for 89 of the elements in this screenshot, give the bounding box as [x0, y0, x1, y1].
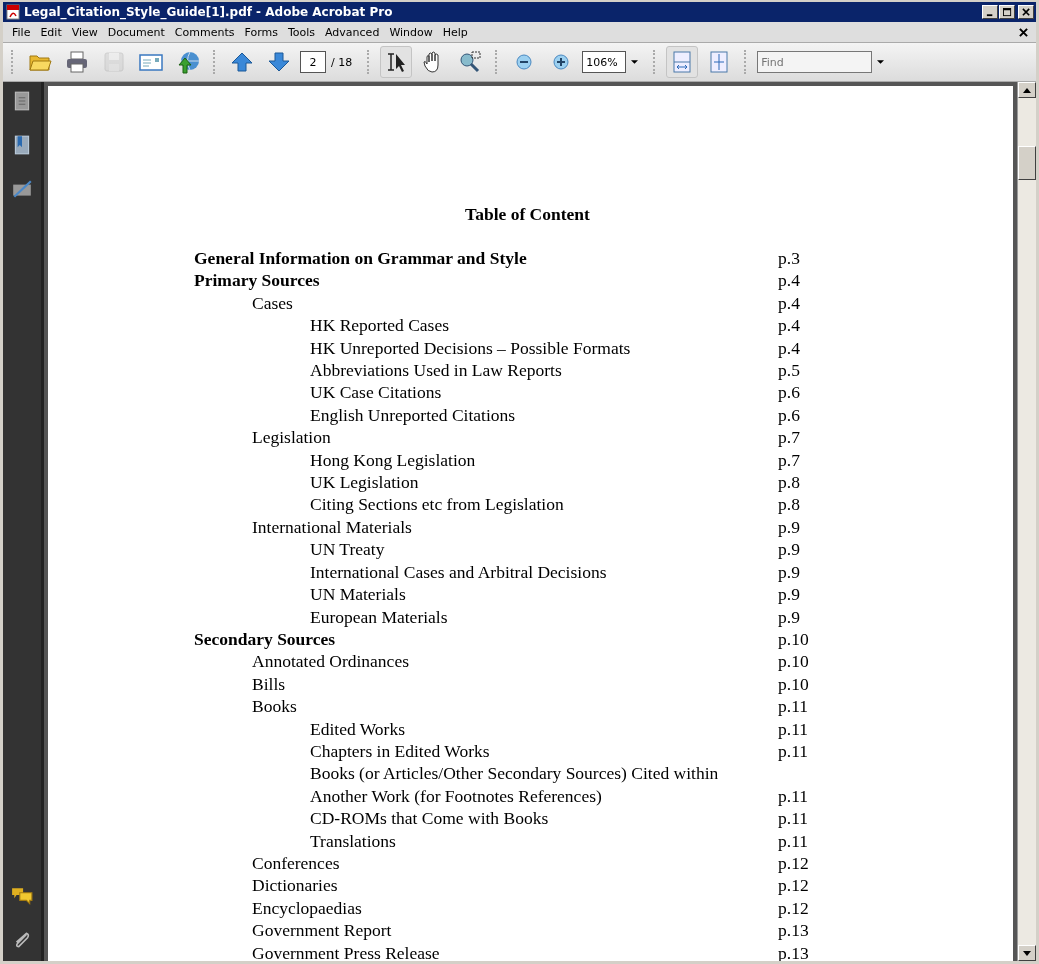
toc-entry-title: UK Legislation: [310, 471, 420, 494]
toc-page-number: p.4: [778, 291, 801, 315]
page-count: / 18: [331, 55, 353, 69]
toc-entry-title: HK Reported Cases: [310, 314, 450, 337]
toc-page-number: p.9: [778, 605, 801, 628]
toc-entry-title: European Materials: [310, 605, 449, 628]
toc-page-number: p.10: [778, 672, 810, 696]
toc-page-number: p.12: [778, 874, 810, 897]
toc-page-number: p.7: [778, 448, 801, 472]
toc-entry-title: CD-ROMs that Come with Books: [310, 807, 550, 830]
menu-item[interactable]: Forms: [239, 25, 283, 39]
toc-entry-title: Books: [252, 695, 298, 718]
menu-item[interactable]: Help: [437, 25, 473, 39]
menu-item[interactable]: Document: [102, 25, 170, 39]
toc-page-number: p.11: [778, 695, 809, 718]
toc-page-number: p.9: [778, 560, 801, 584]
toc-page-number: p.13: [778, 919, 810, 942]
toc-entry-title: International Cases and Arbitral Decisions: [310, 560, 608, 584]
toc-entry-title: Secondary Sources: [194, 627, 337, 651]
toc-entry-title: Government Report: [252, 919, 393, 942]
toc-entry-title: UN Materials: [310, 583, 407, 606]
menu-item[interactable]: Advanced: [320, 25, 385, 39]
toc-entry-title: UN Treaty: [310, 538, 386, 561]
toc-entry-title: Annotated Ordinances: [252, 650, 410, 673]
toc-page-number: p.4: [778, 314, 801, 337]
toc-page-number: p.11: [778, 807, 809, 830]
toc-entry-title: Hong Kong Legislation: [310, 448, 477, 472]
toc-page-number: p.10: [778, 650, 810, 673]
toc-page-number: p.9: [778, 515, 801, 539]
toc-heading: Table of Content: [464, 204, 591, 225]
scroll-down-button[interactable]: [1018, 945, 1036, 961]
toc-page-number: p.8: [778, 471, 801, 494]
toc-entry-title: International Materials: [252, 515, 413, 539]
toc-page-number: p.11: [778, 784, 809, 808]
zoom-field[interactable]: 106%: [582, 51, 627, 73]
toc-page-number: p.11: [778, 829, 809, 852]
toc-page-number: p.5: [778, 359, 801, 382]
find-field[interactable]: Find: [757, 51, 873, 73]
toc-entry-title: Encyclopaedias: [252, 896, 363, 920]
toc-page-number: p.9: [778, 583, 801, 606]
toc-entry-title: Books (or Articles/Other Secondary Sources) Cited within Another Work (for Footnotes References): [310, 762, 720, 808]
toc-entry-title: HK Unreported Decisions – Possible Formats: [310, 336, 632, 360]
menu-item[interactable]: View: [66, 25, 103, 39]
toc-entry-title: English Unreported Citations: [310, 403, 517, 427]
toc-page-number: p.4: [778, 336, 801, 360]
toc-entry-title: Government Press Release: [252, 941, 441, 961]
comments-icon[interactable]: [11, 885, 33, 907]
toc-page-number: p.12: [778, 851, 810, 875]
menu-item[interactable]: Edit: [35, 25, 67, 39]
menu-item[interactable]: Comments: [169, 25, 240, 39]
scrollbar-thumb[interactable]: [1018, 146, 1036, 180]
toc-entry-title: Chapters in Edited Works: [310, 739, 491, 763]
toc-page-number: p.11: [778, 739, 809, 763]
toc-entry-title: Bills: [252, 672, 287, 696]
toc-entry-title: Legislation: [252, 426, 332, 449]
toc-page-number: p.8: [778, 493, 801, 516]
toc-page-number: p.10: [778, 627, 810, 651]
page-number-field[interactable]: 2: [300, 51, 326, 73]
toc-entry-title: Dictionaries: [252, 874, 339, 897]
window-title: Legal_Citation_Style_Guide[1].pdf - Adobe Acrobat Pro: [24, 5, 393, 19]
caret-icon[interactable]: [631, 59, 639, 65]
vertical-scrollbar[interactable]: [1017, 82, 1036, 961]
down-triangle-icon[interactable]: [1023, 950, 1031, 956]
toc-page-number: p.7: [778, 426, 801, 449]
toc-entry-title: Citing Sections etc from Legislation: [310, 493, 565, 516]
menu-item[interactable]: File: [7, 25, 36, 39]
toc-page-number: p.11: [778, 717, 809, 740]
toc-page-number: p.6: [778, 403, 801, 427]
pdf-file-icon: [5, 4, 21, 20]
toc-page-number: p.3: [778, 247, 801, 270]
close-document-icon[interactable]: [1019, 27, 1028, 37]
scroll-up-button[interactable]: [1018, 82, 1036, 98]
toc-page-number: p.4: [778, 269, 801, 292]
toc-entry-title: Abbreviations Used in Law Reports: [310, 359, 563, 382]
toc-entry-title: Primary Sources: [194, 269, 321, 292]
menu-item[interactable]: Window: [384, 25, 438, 39]
toc-page-number: p.6: [778, 381, 801, 404]
toc-entry-title: General Information on Grammar and Style: [194, 247, 528, 270]
pen-signature-icon[interactable]: [11, 178, 33, 200]
toc-entry-title: Translations: [310, 829, 397, 852]
toc-entry-title: Edited Works: [310, 717, 406, 740]
toc-page-number: p.9: [778, 538, 801, 561]
menu-item[interactable]: Tools: [282, 25, 321, 39]
toc-entry-title: Cases: [252, 291, 294, 315]
toc-entry-title: Conferences: [252, 851, 341, 875]
toc-page-number: p.12: [778, 896, 810, 920]
toc-entry-title: UK Case Citations: [310, 381, 443, 404]
up-triangle-icon[interactable]: [1023, 87, 1031, 93]
caret-icon[interactable]: [877, 59, 885, 65]
